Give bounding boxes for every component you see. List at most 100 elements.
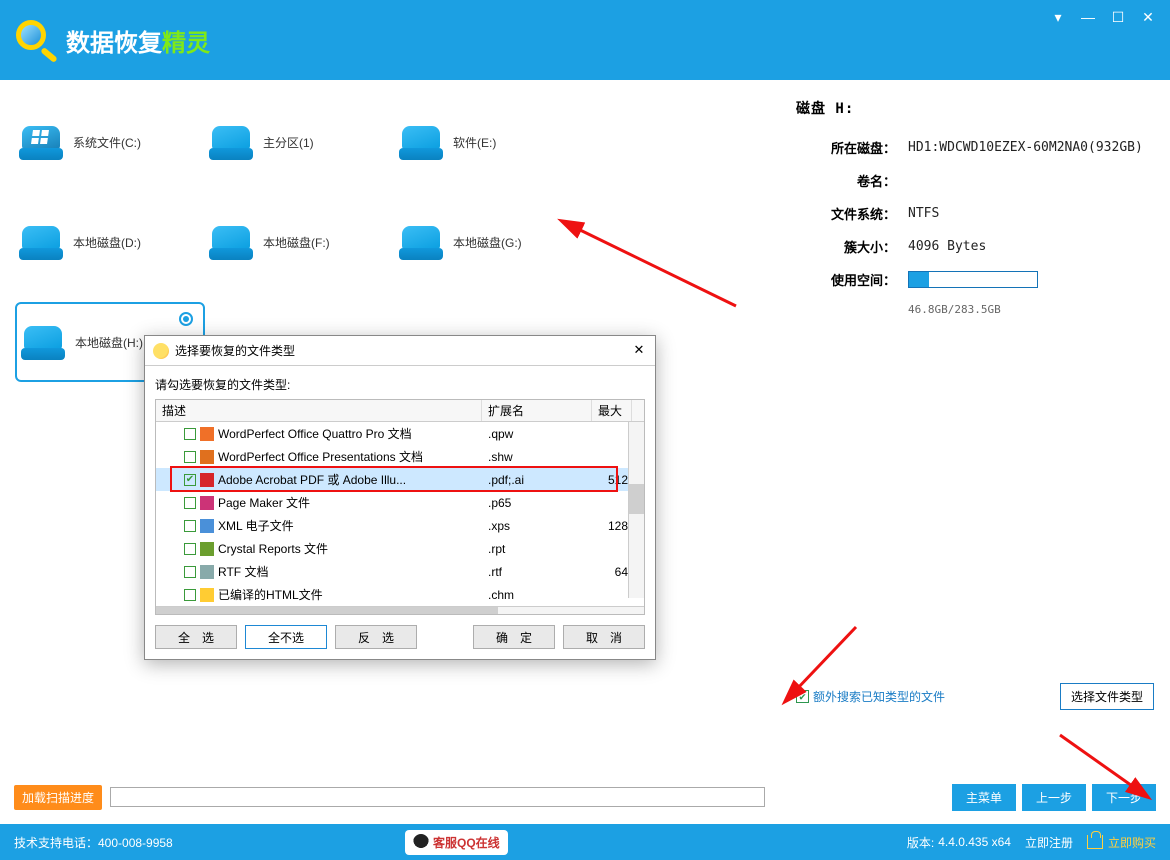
drive-label: 本地磁盘(F:) [263, 234, 330, 251]
select-file-types-button[interactable]: 选择文件类型 [1060, 683, 1154, 710]
info-key-cluster: 簇大小： [796, 237, 896, 256]
filetype-icon [200, 588, 214, 602]
drive-icon [19, 224, 63, 260]
ok-button[interactable]: 确 定 [473, 625, 555, 649]
cancel-button[interactable]: 取 消 [563, 625, 645, 649]
select-all-button[interactable]: 全 选 [155, 625, 237, 649]
minimize-button[interactable]: — [1074, 6, 1102, 28]
col-header-size[interactable]: 最大 [592, 400, 632, 421]
table-row[interactable]: Crystal Reports 文件.rpt [156, 537, 644, 560]
row-checkbox[interactable] [184, 589, 196, 601]
table-row[interactable]: ✔ Adobe Acrobat PDF 或 Adobe Illu... .pdf;.… [156, 468, 644, 491]
dialog-icon [153, 343, 169, 359]
qq-icon [413, 834, 429, 850]
row-desc: XML 电子文件 [218, 517, 294, 534]
progress-row: 加载扫描进度 主菜单 上一步 下一步 [0, 778, 1170, 816]
main-menu-button[interactable]: 主菜单 [952, 784, 1016, 811]
prev-step-button[interactable]: 上一步 [1022, 784, 1086, 811]
qq-support-button[interactable]: 客服QQ在线 [405, 830, 508, 855]
progress-bar [110, 787, 765, 807]
drive-icon [399, 124, 443, 160]
dialog-title: 选择要恢复的文件类型 [175, 342, 295, 359]
usage-text: 46.8GB/283.5GB [908, 303, 1154, 316]
row-ext: .rpt [482, 542, 592, 556]
file-type-dialog: 选择要恢复的文件类型 ✕ 请勾选要恢复的文件类型: 描述 扩展名 最大 Word… [144, 335, 656, 660]
invert-selection-button[interactable]: 反 选 [335, 625, 417, 649]
table-row[interactable]: XML 电子文件.xps128 [156, 514, 644, 537]
drive-label: 软件(E:) [453, 134, 496, 151]
row-checkbox[interactable] [184, 497, 196, 509]
info-val-cluster: 4096 Bytes [908, 239, 986, 254]
table-row[interactable]: WordPerfect Office Quattro Pro 文档.qpw [156, 422, 644, 445]
cart-icon [1087, 835, 1103, 849]
filetype-icon [200, 427, 214, 441]
row-checkbox[interactable] [184, 520, 196, 532]
table-row[interactable]: Page Maker 文件.p65 [156, 491, 644, 514]
row-ext: .pdf;.ai [482, 473, 592, 487]
row-checkbox[interactable] [184, 543, 196, 555]
drive-label: 系统文件(C:) [73, 134, 141, 151]
row-desc: WordPerfect Office Presentations 文档 [218, 448, 423, 465]
info-val-filesystem: NTFS [908, 206, 939, 221]
row-desc: 已编译的HTML文件 [218, 586, 323, 603]
select-none-button[interactable]: 全不选 [245, 625, 327, 649]
footer: 技术支持电话：400-008-9958 客服QQ在线 版本: 4.4.0.435… [0, 824, 1170, 860]
maximize-button[interactable]: ☐ [1104, 6, 1132, 28]
row-size: 512 [592, 473, 632, 487]
drive-label: 本地磁盘(H:) [75, 334, 143, 351]
version-label: 版本: [907, 834, 934, 851]
buy-link[interactable]: 立即购买 [1087, 834, 1156, 851]
row-checkbox[interactable] [184, 428, 196, 440]
close-button[interactable]: ✕ [1134, 6, 1162, 28]
vertical-scrollbar[interactable] [628, 422, 644, 598]
next-step-button[interactable]: 下一步 [1092, 784, 1156, 811]
dialog-close-button[interactable]: ✕ [629, 340, 649, 360]
row-checkbox[interactable] [184, 566, 196, 578]
table-row[interactable]: WordPerfect Office Presentations 文档 .shw [156, 445, 644, 468]
row-ext: .p65 [482, 496, 592, 510]
usage-bar [908, 271, 1038, 288]
app-brand: 数据恢复精灵 [66, 23, 210, 58]
drive-icon [209, 124, 253, 160]
row-desc: RTF 文档 [218, 563, 268, 580]
info-key-filesystem: 文件系统： [796, 204, 896, 223]
row-desc: Adobe Acrobat PDF 或 Adobe Illu... [218, 471, 406, 488]
drive-icon [399, 224, 443, 260]
drive-icon [19, 124, 63, 160]
extra-search-checkbox[interactable]: ✔ 额外搜索已知类型的文件 [796, 688, 945, 705]
col-header-ext[interactable]: 扩展名 [482, 400, 592, 421]
drive-item[interactable]: 本地磁盘(F:) [205, 202, 395, 282]
table-header: 描述 扩展名 最大 [156, 400, 644, 422]
drive-item[interactable]: 系统文件(C:) [15, 102, 205, 182]
info-key-used: 使用空间： [796, 270, 896, 289]
row-checkbox[interactable] [184, 451, 196, 463]
dialog-titlebar[interactable]: 选择要恢复的文件类型 ✕ [145, 336, 655, 366]
disk-info-pane: 磁盘 H: 所在磁盘： HD1:WDCWD10EZEX-60M2NA0(932G… [780, 80, 1170, 780]
drive-label: 主分区(1) [263, 134, 314, 151]
row-ext: .chm [482, 588, 592, 602]
row-size: 64 [592, 565, 632, 579]
col-header-desc[interactable]: 描述 [156, 400, 482, 421]
drive-label: 本地磁盘(G:) [453, 234, 522, 251]
drive-item[interactable]: 本地磁盘(G:) [395, 202, 585, 282]
table-row[interactable]: 已编译的HTML文件 .chm [156, 583, 644, 606]
title-bar: 数据恢复精灵 ▾ — ☐ ✕ [0, 0, 1170, 80]
drive-label: 本地磁盘(D:) [73, 234, 141, 251]
version-value: 4.4.0.435 x64 [938, 835, 1011, 849]
table-row[interactable]: RTF 文档 .rtf64 [156, 560, 644, 583]
dialog-prompt: 请勾选要恢复的文件类型: [145, 366, 655, 399]
extra-search-label: 额外搜索已知类型的文件 [813, 688, 945, 705]
row-size: 128 [592, 519, 632, 533]
load-progress-button[interactable]: 加载扫描进度 [14, 785, 102, 810]
row-ext: .shw [482, 450, 592, 464]
drive-item[interactable]: 主分区(1) [205, 102, 395, 182]
row-desc: WordPerfect Office Quattro Pro 文档 [218, 425, 412, 442]
row-ext: .rtf [482, 565, 592, 579]
options-dropdown-button[interactable]: ▾ [1044, 6, 1072, 28]
drive-item[interactable]: 本地磁盘(D:) [15, 202, 205, 282]
horizontal-scrollbar[interactable] [156, 606, 644, 615]
filetype-icon [200, 519, 214, 533]
row-checkbox[interactable]: ✔ [184, 474, 196, 486]
drive-item[interactable]: 软件(E:) [395, 102, 585, 182]
register-link[interactable]: 立即注册 [1025, 834, 1073, 851]
